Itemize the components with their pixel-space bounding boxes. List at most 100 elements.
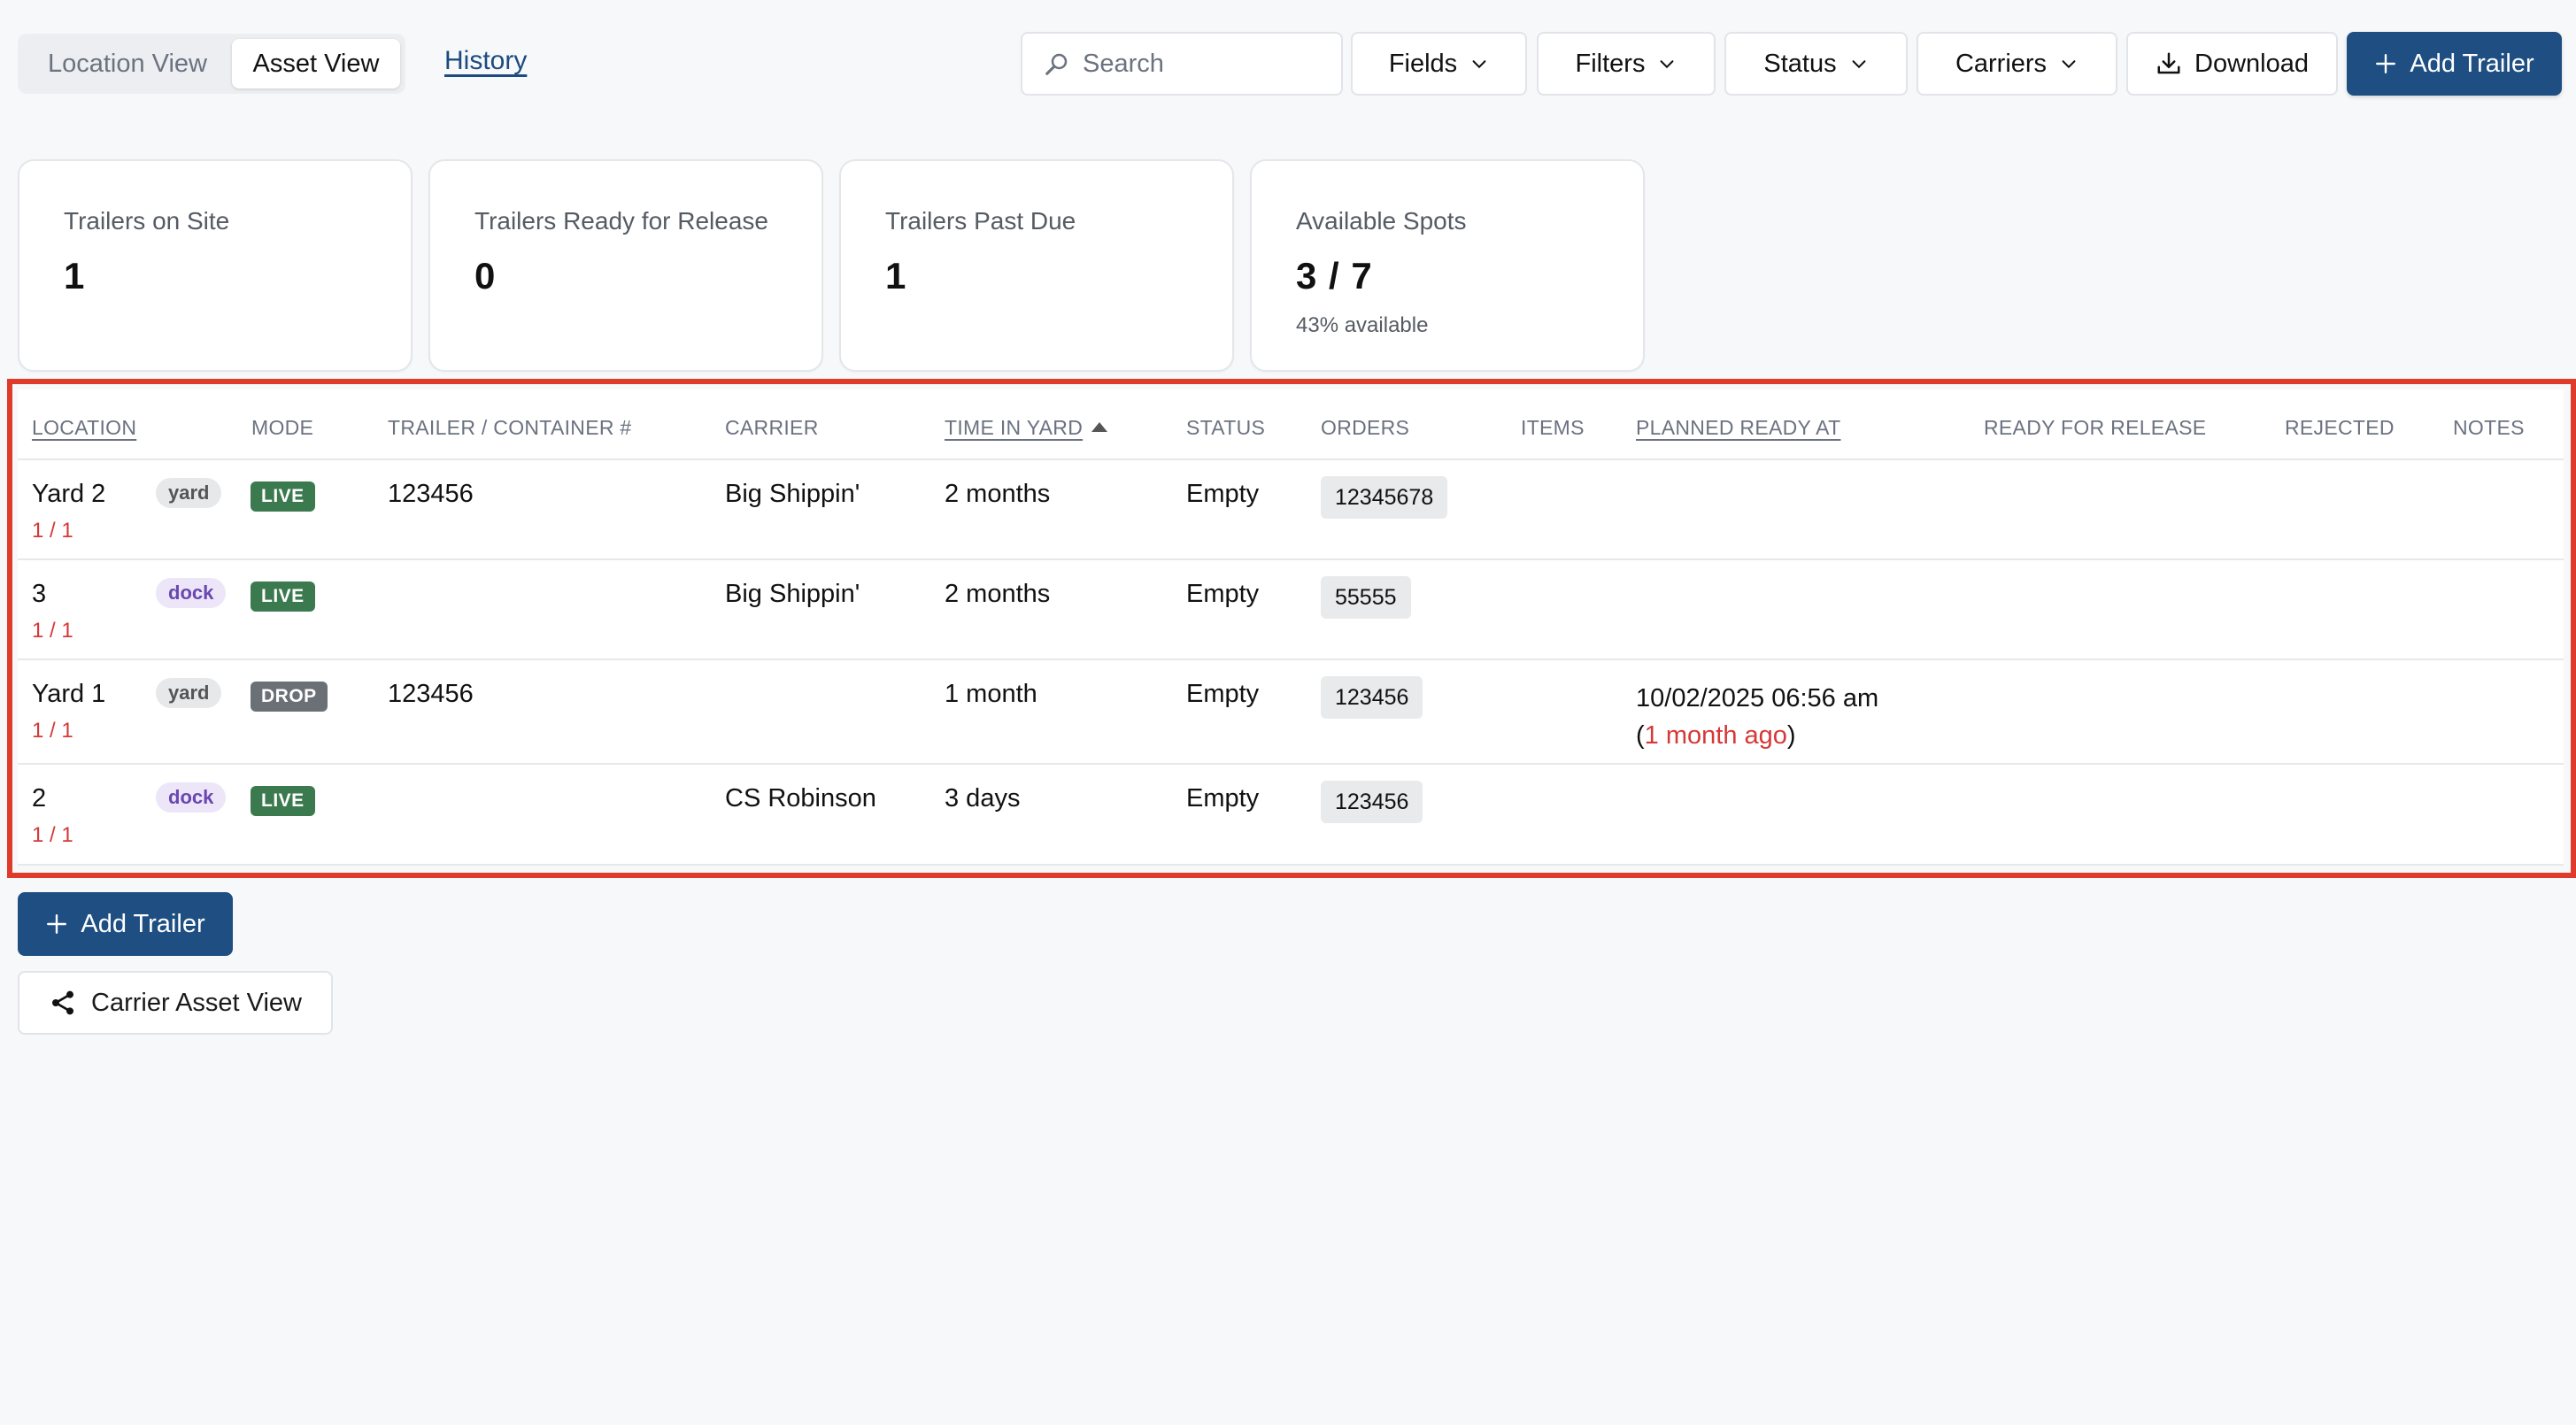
search-input[interactable]: Search bbox=[1021, 32, 1343, 96]
column-header-location[interactable]: LOCATION bbox=[32, 416, 136, 440]
filters-dropdown[interactable]: Filters bbox=[1537, 32, 1716, 96]
carrier-name: Big Shippin' bbox=[725, 580, 860, 608]
plus-icon bbox=[2376, 54, 2396, 73]
carrier-asset-view-label: Carrier Asset View bbox=[91, 988, 302, 1017]
order-chip[interactable]: 55555 bbox=[1321, 576, 1411, 619]
stat-label: Available Spots bbox=[1296, 207, 1467, 235]
stat-card-ready-for-release: Trailers Ready for Release 0 bbox=[428, 159, 823, 372]
sort-ascending-icon bbox=[1091, 422, 1108, 432]
column-header-mode: MODE bbox=[251, 416, 314, 439]
search-icon bbox=[1045, 53, 1068, 75]
column-header-rejected: REJECTED bbox=[2285, 416, 2395, 439]
location-occupancy: 1 / 1 bbox=[32, 619, 73, 643]
history-link[interactable]: History bbox=[444, 46, 527, 76]
order-chip[interactable]: 123456 bbox=[1321, 676, 1423, 719]
trailer-number: 123456 bbox=[388, 680, 474, 708]
download-button[interactable]: Download bbox=[2126, 32, 2338, 96]
planned-ready-ago: 1 month ago bbox=[1644, 721, 1787, 750]
trailers-table: LOCATION MODE TRAILER / CONTAINER # CARR… bbox=[18, 389, 2564, 866]
download-icon bbox=[2157, 52, 2180, 74]
location-type-badge: yard bbox=[156, 478, 222, 508]
mode-badge: LIVE bbox=[251, 582, 315, 612]
location-type-badge: dock bbox=[156, 578, 227, 608]
location-type-badge: dock bbox=[156, 782, 227, 813]
download-label: Download bbox=[2194, 49, 2309, 78]
mode-badge: LIVE bbox=[251, 481, 315, 512]
stat-value: 1 bbox=[64, 255, 86, 297]
column-header-notes: NOTES bbox=[2453, 416, 2525, 439]
add-trailer-button[interactable]: Add Trailer bbox=[2347, 32, 2562, 96]
plus-icon bbox=[47, 914, 67, 934]
table-row[interactable]: Yard 1 1 / 1 yard DROP 123456 1 month Em… bbox=[18, 660, 2564, 765]
location-occupancy: 1 / 1 bbox=[32, 519, 73, 543]
location-name: Yard 2 bbox=[32, 480, 106, 508]
add-trailer-label: Add Trailer bbox=[2410, 49, 2534, 78]
trailer-status: Empty bbox=[1186, 680, 1260, 708]
location-type-badge: yard bbox=[156, 678, 222, 708]
location-name: 2 bbox=[32, 784, 47, 813]
status-label: Status bbox=[1763, 49, 1837, 78]
carrier-name: Big Shippin' bbox=[725, 480, 860, 508]
view-toggle: Location View Asset View bbox=[18, 34, 405, 94]
column-header-orders: ORDERS bbox=[1321, 416, 1410, 439]
chevron-down-icon bbox=[2062, 60, 2076, 69]
stat-value: 1 bbox=[885, 255, 907, 297]
planned-ready-date: 10/02/2025 06:56 am bbox=[1636, 684, 1879, 712]
column-header-carrier: CARRIER bbox=[725, 416, 819, 439]
table-header: LOCATION MODE TRAILER / CONTAINER # CARR… bbox=[18, 389, 2564, 460]
location-view-tab[interactable]: Location View bbox=[23, 39, 232, 89]
order-chip[interactable]: 123456 bbox=[1321, 781, 1423, 823]
trailer-number: 123456 bbox=[388, 480, 474, 508]
trailer-status: Empty bbox=[1186, 580, 1260, 608]
stat-card-available-spots: Available Spots 3 / 7 43% available bbox=[1250, 159, 1645, 372]
column-header-time-in-yard[interactable]: TIME IN YARD bbox=[945, 416, 1083, 439]
stat-value: 0 bbox=[474, 255, 497, 297]
column-header-items: ITEMS bbox=[1521, 416, 1585, 439]
location-name: 3 bbox=[32, 580, 47, 608]
trailer-status: Empty bbox=[1186, 784, 1260, 813]
stat-subtext: 43% available bbox=[1296, 313, 1429, 337]
stat-card-past-due: Trailers Past Due 1 bbox=[839, 159, 1234, 372]
stat-value: 3 / 7 bbox=[1296, 255, 1373, 297]
add-trailer-bottom-button[interactable]: Add Trailer bbox=[18, 892, 233, 956]
table-row[interactable]: Yard 2 1 / 1 yard LIVE 123456 Big Shippi… bbox=[18, 460, 2564, 560]
toolbar: Location View Asset View History Search … bbox=[0, 0, 2576, 124]
stat-label: Trailers on Site bbox=[64, 207, 230, 235]
table-row[interactable]: 3 1 / 1 dock LIVE Big Shippin' 2 months … bbox=[18, 560, 2564, 660]
stat-card-trailers-on-site: Trailers on Site 1 bbox=[18, 159, 413, 372]
mode-badge: LIVE bbox=[251, 786, 315, 816]
stat-label: Trailers Past Due bbox=[885, 207, 1076, 235]
table-row[interactable]: 2 1 / 1 dock LIVE CS Robinson 3 days Emp… bbox=[18, 765, 2564, 866]
carrier-asset-view-button[interactable]: Carrier Asset View bbox=[18, 971, 333, 1035]
fields-dropdown[interactable]: Fields bbox=[1351, 32, 1527, 96]
location-name: Yard 1 bbox=[32, 680, 106, 708]
carriers-dropdown[interactable]: Carriers bbox=[1917, 32, 2117, 96]
time-in-yard: 2 months bbox=[945, 480, 1051, 508]
location-occupancy: 1 / 1 bbox=[32, 823, 73, 847]
location-occupancy: 1 / 1 bbox=[32, 719, 73, 743]
planned-ready-at: 10/02/2025 06:56 am (1 month ago) bbox=[1636, 680, 1878, 754]
column-header-planned-ready-at[interactable]: PLANNED READY AT bbox=[1636, 416, 1840, 440]
column-header-time-in-yard-wrap[interactable]: TIME IN YARD bbox=[945, 416, 1108, 440]
planned-ready-relative: (1 month ago) bbox=[1636, 721, 1796, 750]
chevron-down-icon bbox=[1472, 60, 1486, 69]
status-dropdown[interactable]: Status bbox=[1724, 32, 1908, 96]
column-header-trailer: TRAILER / CONTAINER # bbox=[388, 416, 632, 439]
mode-badge: DROP bbox=[251, 682, 328, 712]
add-trailer-bottom-label: Add Trailer bbox=[81, 909, 205, 938]
filters-label: Filters bbox=[1575, 49, 1646, 78]
search-placeholder: Search bbox=[1083, 49, 1164, 78]
share-icon bbox=[52, 990, 73, 1015]
column-header-ready-for-release: READY FOR RELEASE bbox=[1984, 416, 2207, 439]
order-chip[interactable]: 12345678 bbox=[1321, 476, 1448, 519]
carriers-label: Carriers bbox=[1955, 49, 2048, 78]
chevron-down-icon bbox=[1661, 60, 1674, 69]
chevron-down-icon bbox=[1852, 60, 1866, 69]
stat-label: Trailers Ready for Release bbox=[474, 207, 768, 235]
fields-label: Fields bbox=[1388, 49, 1458, 78]
asset-view-tab[interactable]: Asset View bbox=[232, 39, 400, 89]
time-in-yard: 2 months bbox=[945, 580, 1051, 608]
column-header-status: STATUS bbox=[1186, 416, 1266, 439]
time-in-yard: 1 month bbox=[945, 680, 1037, 708]
trailer-status: Empty bbox=[1186, 480, 1260, 508]
